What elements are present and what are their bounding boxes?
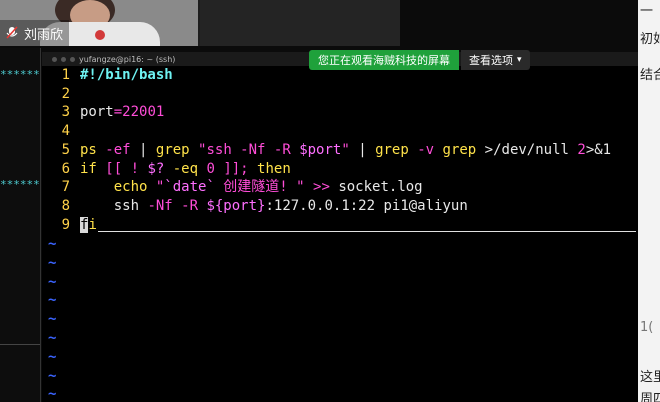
code-token: then	[257, 160, 291, 177]
tilde-marker: ~	[48, 386, 57, 402]
code-token: port	[80, 104, 114, 121]
cursorline-underline	[98, 231, 636, 232]
panel-text-3: 1(	[640, 320, 654, 335]
tilde-marker: ~	[48, 348, 57, 365]
tilde-marker: ~	[48, 311, 57, 328]
code-token: ssh	[80, 197, 148, 214]
stars-row: ******	[0, 178, 40, 191]
participant-video[interactable]: 刘雨欣	[0, 0, 198, 46]
line-number: 3	[61, 104, 70, 121]
mic-muted-icon	[6, 26, 18, 39]
code-token: >>	[304, 179, 339, 196]
code-line[interactable]: 2	[48, 85, 611, 104]
code-token: grep	[442, 141, 477, 158]
right-app-panel: 一 初如 结合 1( 这里 周四	[638, 0, 660, 402]
video-strip: 刘雨欣	[0, 0, 400, 46]
vim-buffer[interactable]: 1 #!/bin/bash 2 3 port=22001 4 5 ps -ef | gre…	[48, 66, 611, 234]
screen-share-banner: 您正在观看海贼科技的屏幕	[309, 50, 459, 70]
code-token: >/dev/null	[476, 141, 578, 158]
left-terminal-pane: ****** ******	[0, 48, 41, 402]
code-token: :127.0.0.1:22 pi1@aliyun	[265, 197, 468, 214]
code-line[interactable]: 8 ssh -Nf -R ${port}:127.0.0.1:22 pi1@al…	[48, 197, 611, 216]
code-token: if	[80, 160, 97, 177]
code-token: "	[341, 141, 350, 158]
code-token: i	[88, 216, 97, 233]
tilde-marker: ~	[48, 330, 57, 346]
code-token: 0	[206, 160, 215, 177]
tilde-marker: ~	[48, 367, 57, 384]
code-token: ]];	[214, 160, 258, 177]
line-number: 1	[61, 67, 70, 83]
panel-text-1: 初如	[640, 32, 660, 47]
terminal-title: yufangze@pi16: ~ (ssh)	[79, 54, 176, 64]
shirt-pattern	[95, 30, 105, 40]
code-token: -eq	[164, 160, 207, 177]
pane-divider	[0, 344, 40, 345]
participant-video-2[interactable]	[200, 0, 400, 46]
view-options-button[interactable]: 查看选项 ▾	[461, 50, 530, 70]
tilde-marker: ~	[48, 236, 57, 252]
code-token: -Nf -R	[147, 197, 207, 214]
code-token: 22001	[122, 104, 165, 121]
code-token: $port	[299, 141, 342, 158]
code-token: #!/bin/bash	[80, 67, 173, 83]
panel-text-2: 结合	[640, 68, 660, 83]
code-line[interactable]: 7 echo "`date` 创建隧道! " >> socket.log	[48, 178, 611, 197]
line-number: 2	[61, 85, 70, 102]
code-token: -v	[408, 141, 443, 158]
code-token: 创建隧道! "	[214, 179, 305, 196]
code-token: ps	[80, 141, 106, 158]
code-token: ${port}	[206, 197, 266, 214]
code-token: socket.log	[338, 179, 423, 196]
code-token: grep	[375, 141, 409, 158]
code-line[interactable]: 4	[48, 122, 611, 141]
panel-text-0: 一	[640, 4, 654, 19]
line-number: 9	[61, 216, 70, 233]
window-close-dot[interactable]	[52, 56, 57, 62]
view-options-label: 查看选项	[469, 54, 513, 67]
code-token: echo	[80, 179, 156, 196]
code-token: "ssh -Nf -R	[189, 141, 300, 158]
line-number: 8	[61, 197, 70, 214]
code-token: |	[349, 141, 376, 158]
line-number: 6	[61, 160, 70, 177]
tilde-marker: ~	[48, 254, 57, 271]
code-token: |	[130, 141, 156, 158]
participant-name-tag: 刘雨欣	[0, 20, 70, 46]
code-line[interactable]: 5 ps -ef | grep "ssh -Nf -R $port" | grep…	[48, 141, 612, 160]
code-token: `date`	[164, 179, 215, 196]
panel-text-5: 周四	[640, 392, 660, 402]
chevron-down-icon: ▾	[517, 55, 522, 65]
line-number: 7	[61, 179, 70, 196]
window-minimize-dot[interactable]	[61, 56, 66, 62]
code-line[interactable]: 6 if [[ ! $? -eq 0 ]]; then	[48, 160, 611, 179]
stars-row: ******	[0, 68, 40, 81]
participant-name: 刘雨欣	[24, 27, 64, 43]
code-token: $?	[147, 160, 165, 177]
code-token: -ef	[105, 141, 131, 158]
code-token: >&1	[585, 141, 612, 158]
line-number: 5	[61, 141, 70, 158]
panel-text-4: 这里	[640, 370, 660, 385]
tilde-marker: ~	[48, 273, 57, 290]
code-line[interactable]: 3 port=22001	[48, 103, 611, 122]
window-zoom-dot[interactable]	[70, 56, 75, 62]
code-token: 2	[577, 141, 586, 158]
line-number: 4	[61, 123, 70, 140]
code-token: grep	[155, 141, 190, 158]
tilde-marker: ~	[48, 292, 57, 309]
code-token: [[ !	[96, 160, 148, 177]
code-token: =	[113, 104, 123, 121]
